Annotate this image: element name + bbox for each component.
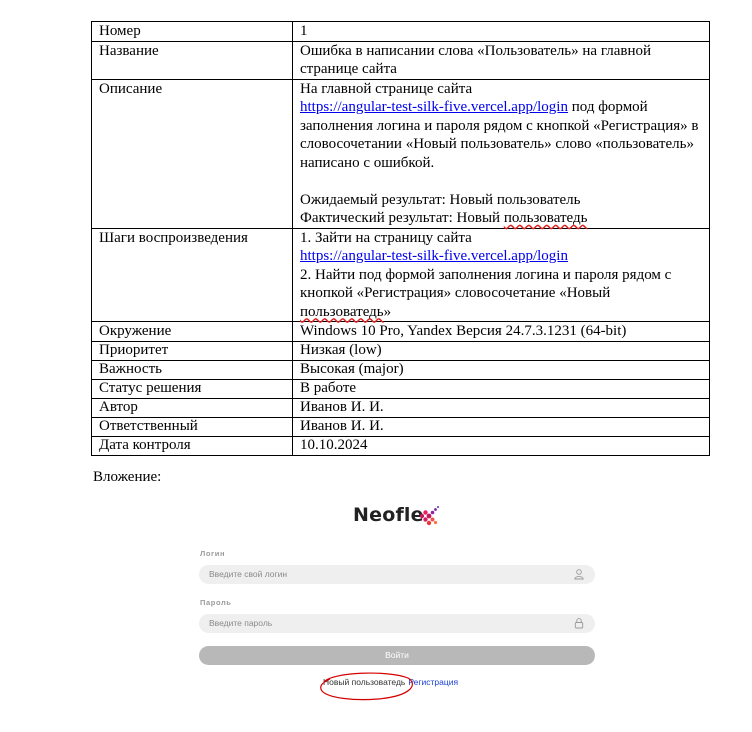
description-link[interactable]: https://angular-test-silk-five.vercel.ap… (300, 99, 568, 115)
table-row: Приоритет Низкая (low) (91, 340, 710, 361)
actual-result: Фактический результат: Новый пользоватед… (300, 209, 703, 228)
description-gap (300, 172, 703, 191)
priority-value: Низкая (low) (292, 340, 710, 361)
neoflex-x-logo-icon (419, 506, 439, 526)
login-placeholder: Введите свой логин (209, 569, 288, 579)
table-row: Название Ошибка в написании слова «Польз… (91, 40, 710, 80)
steps-label: Шаги воспроизведения (91, 227, 293, 322)
severity-value: Высокая (major) (292, 359, 710, 380)
password-label: Пароль (200, 598, 232, 607)
table-row: Дата контроля 10.10.2024 (91, 435, 710, 456)
number-value: 1 (292, 21, 710, 42)
title-label: Название (91, 40, 293, 80)
date-value: 10.10.2024 (292, 435, 710, 456)
env-value: Windows 10 Pro, Yandex Версия 24.7.3.123… (292, 321, 710, 342)
login-input[interactable]: Введите свой логин (199, 565, 595, 584)
title-value: Ошибка в написании слова «Пользователь» … (292, 40, 710, 80)
actual-misspelled-word: пользоватедь (503, 210, 588, 226)
neoflex-logo: Neofle (353, 504, 424, 526)
step2-misspelled-word: пользоватедь (300, 303, 384, 320)
error-highlight-circle (320, 672, 413, 701)
table-row: Важность Высокая (major) (91, 359, 710, 380)
author-value: Иванов И. И. (292, 397, 710, 418)
login-label: Логин (200, 549, 226, 558)
env-label: Окружение (91, 321, 293, 342)
description-label: Описание (91, 78, 293, 229)
table-row: Шаги воспроизведения 1. Зайти на страниц… (91, 227, 710, 322)
table-row: Автор Иванов И. И. (91, 397, 710, 418)
table-row: Статус решения В работе (91, 378, 710, 399)
steps-value: 1. Зайти на страницу сайта https://angul… (292, 227, 710, 322)
attachment-screenshot: Neofle Логин Введите свой логин Пароль В… (192, 495, 602, 710)
date-label: Дата контроля (91, 435, 293, 456)
login-button[interactable]: Войти (199, 646, 595, 665)
password-input[interactable]: Введите пароль (199, 614, 595, 633)
step1-text: 1. Зайти на страницу сайта (300, 229, 472, 246)
table-row: Номер 1 (91, 21, 710, 42)
attachment-label: Вложение: (93, 469, 162, 485)
description-line1: На главной странице сайта (300, 80, 473, 97)
lock-icon (574, 618, 584, 629)
table-row: Ответственный Иванов И. И. (91, 416, 710, 437)
table-row: Окружение Windows 10 Pro, Yandex Версия … (91, 321, 710, 342)
step1-link[interactable]: https://angular-test-silk-five.vercel.ap… (300, 247, 703, 266)
expected-result: Ожидаемый результат: Новый пользователь (300, 191, 581, 208)
assignee-value: Иванов И. И. (292, 416, 710, 437)
assignee-label: Ответственный (91, 416, 293, 437)
description-value: На главной странице сайта https://angular… (292, 78, 710, 229)
password-placeholder: Введите пароль (209, 618, 273, 628)
status-label: Статус решения (91, 378, 293, 399)
step2-end: » (383, 303, 392, 320)
bug-report-table: Номер 1 Название Ошибка в написании слов… (91, 21, 710, 456)
status-value: В работе (292, 378, 710, 399)
step2-text: 2. Найти под формой заполнения логина и … (300, 266, 672, 302)
actual-prefix: Фактический результат: Новый (300, 210, 504, 226)
severity-label: Важность (91, 359, 293, 380)
author-label: Автор (91, 397, 293, 418)
priority-label: Приоритет (91, 340, 293, 361)
table-row: Описание На главной странице сайта https:… (91, 78, 710, 229)
number-label: Номер (91, 21, 293, 42)
user-icon (574, 569, 584, 580)
